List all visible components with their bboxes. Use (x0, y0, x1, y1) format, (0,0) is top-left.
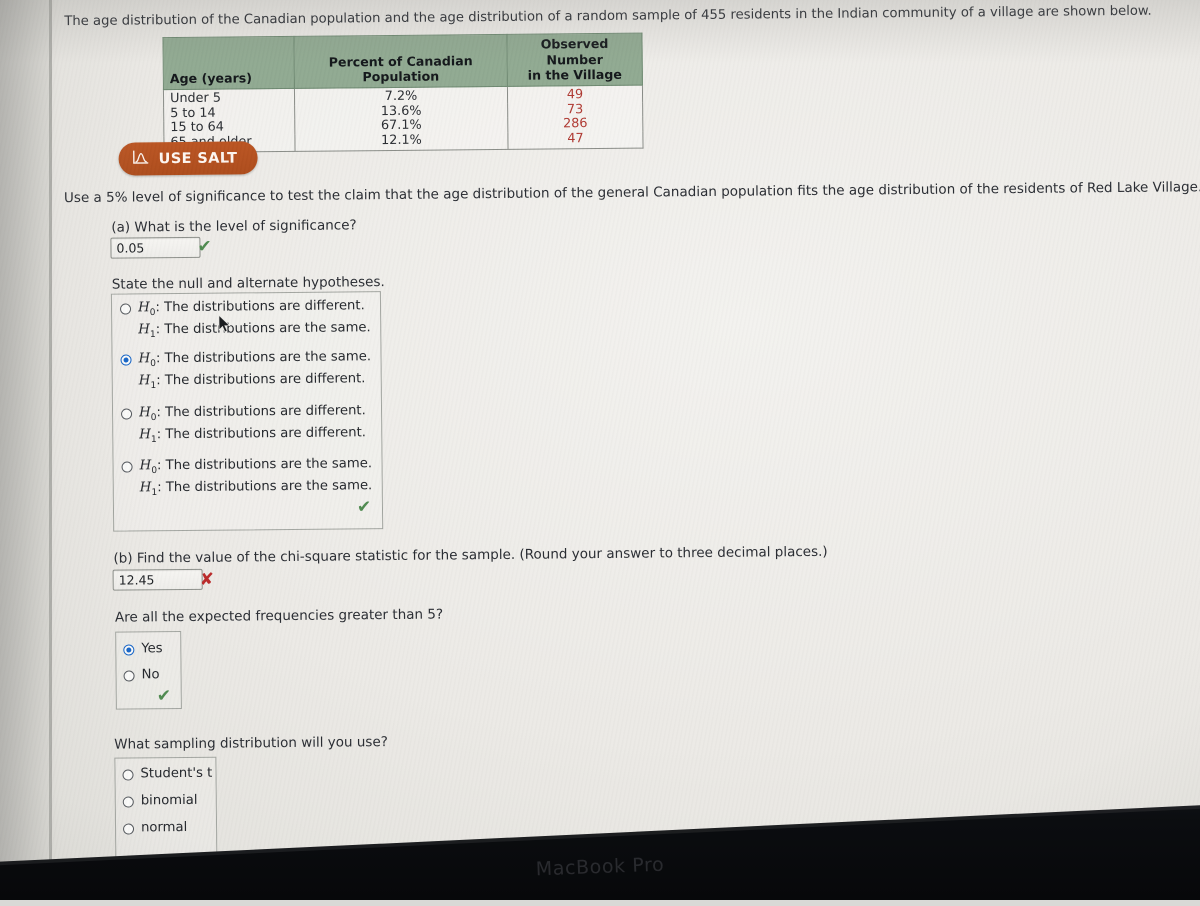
radio-icon-selected[interactable] (120, 354, 131, 365)
use-salt-label: USE SALT (159, 150, 238, 167)
hypotheses-option-1[interactable]: H0: The distributions are different. (120, 298, 365, 318)
sampling-distribution-prompt: What sampling distribution will you use? (114, 733, 388, 754)
expected-frequencies-no-label: No (141, 667, 159, 682)
part-a-prompt: (a) What is the level of significance? (111, 216, 357, 237)
header-observed-line2: in the Village (514, 67, 636, 84)
header-age: Age (years) (163, 36, 294, 89)
cell-percent: 7.2% (294, 87, 507, 106)
expected-frequencies-prompt: Are all the expected frequencies greater… (115, 606, 443, 627)
hypotheses-option-2[interactable]: H0: The distributions are the same. (120, 349, 371, 369)
cell-observed: 286 (508, 117, 643, 133)
hypotheses-choice-group: H0: The distributions are different. H1:… (111, 291, 383, 532)
radio-icon-selected[interactable] (123, 644, 134, 655)
table-header-row: Age (years) Percent of Canadian Populati… (163, 33, 642, 90)
radio-icon[interactable] (123, 823, 134, 834)
hypotheses-option-4-alt: H1: The distributions are the same. (140, 478, 373, 498)
hypotheses-option-2-alt: H1: The distributions are different. (139, 371, 366, 391)
cell-observed: 47 (508, 131, 643, 149)
radio-icon[interactable] (121, 408, 132, 419)
hypotheses-option-1-text: H0: The distributions are different. (138, 298, 365, 318)
homework-question-page: The age distribution of the Canadian pop… (0, 0, 1200, 906)
header-observed: Observed Number in the Village (507, 33, 642, 86)
cell-age: 5 to 14 (164, 106, 295, 122)
use-salt-button[interactable]: USE SALT (118, 141, 257, 175)
hypotheses-option-2-text: H0: The distributions are the same. (138, 349, 371, 369)
intro-paragraph: The age distribution of the Canadian pop… (64, 3, 1152, 31)
radio-icon[interactable] (120, 303, 131, 314)
sampling-distribution-option-normal[interactable]: normal (123, 820, 187, 836)
age-distribution-table: Age (years) Percent of Canadian Populati… (162, 33, 643, 154)
hypotheses-correct-icon: ✔ (357, 499, 371, 516)
expected-frequencies-option-yes[interactable]: Yes (123, 641, 162, 656)
part-b-prompt: (b) Find the value of the chi-square sta… (113, 543, 827, 568)
sampling-distribution-students-t-label: Student's t (140, 766, 212, 782)
sampling-distribution-choice-group: Student's t binomial normal (114, 757, 217, 862)
hypotheses-option-1-alt: H1: The distributions are the same. (138, 320, 371, 340)
radio-icon[interactable] (123, 796, 134, 807)
expected-frequencies-option-no[interactable]: No (123, 667, 159, 682)
expected-frequencies-choice-group: Yes No ✔ (115, 631, 182, 710)
distribution-curve-icon (133, 149, 150, 168)
sampling-distribution-option-students-t[interactable]: Student's t (122, 766, 212, 782)
radio-icon[interactable] (122, 769, 133, 780)
hypotheses-option-3-alt: H1: The distributions are different. (139, 425, 366, 445)
cell-age: 15 to 64 (164, 120, 295, 136)
radio-icon[interactable] (122, 461, 133, 472)
h0-symbol: H (138, 300, 150, 315)
expected-frequencies-correct-icon: ✔ (157, 688, 171, 705)
cell-age: Under 5 (163, 89, 294, 107)
expected-frequencies-yes-label: Yes (141, 641, 162, 656)
hypotheses-option-4[interactable]: H0: The distributions are the same. (121, 456, 372, 476)
cell-percent: 12.1% (295, 132, 508, 151)
h1-symbol: H (138, 322, 150, 337)
hypotheses-option-3-text: H0: The distributions are different. (139, 403, 366, 423)
chi-square-statistic-value: 12.45 (119, 572, 155, 587)
hypotheses-option-3[interactable]: H0: The distributions are different. (121, 403, 366, 423)
significance-instruction: Use a 5% level of significance to test t… (64, 178, 1200, 207)
sampling-distribution-normal-label: normal (141, 820, 187, 835)
header-observed-line1: Observed Number (513, 36, 635, 69)
sampling-distribution-binomial-label: binomial (141, 793, 198, 809)
sampling-distribution-option-binomial[interactable]: binomial (123, 793, 198, 809)
radio-icon[interactable] (124, 670, 135, 681)
header-percent: Percent of Canadian Population (294, 34, 507, 88)
level-of-significance-input[interactable]: 0.05 (110, 237, 200, 259)
chi-square-statistic-input[interactable]: 12.45 (113, 569, 203, 591)
part-a-correct-icon: ✔ (197, 239, 211, 256)
level-of-significance-value: 0.05 (116, 240, 144, 255)
hypotheses-option-4-text: H0: The distributions are the same. (139, 456, 372, 476)
part-b-incorrect-icon: ✘ (200, 572, 214, 589)
cell-observed: 49 (507, 85, 642, 103)
